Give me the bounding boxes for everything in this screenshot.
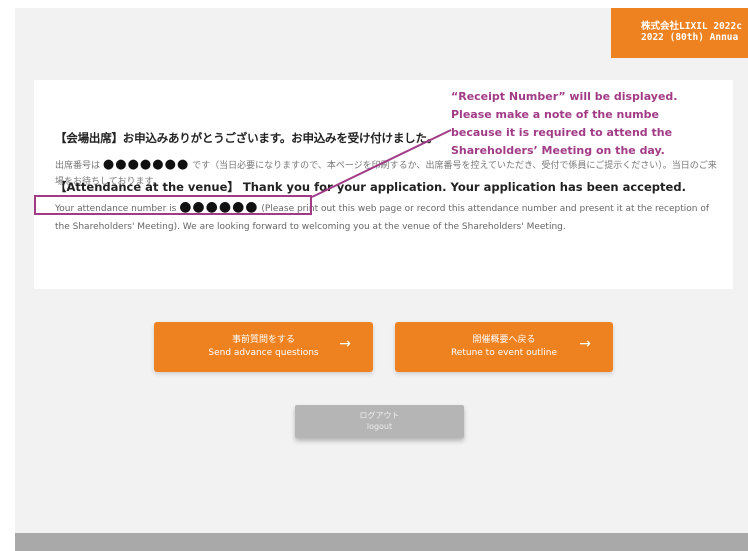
- return-to-event-outline-button[interactable]: 開催概要へ戻る Retune to event outline →: [395, 322, 613, 372]
- logout-button[interactable]: ログアウト logout: [295, 405, 464, 438]
- annotation-line-3: because it is required to attend the: [451, 126, 673, 139]
- annotation-leader-line: [311, 129, 452, 198]
- logout-label-jp: ログアウト: [359, 411, 400, 420]
- annotation-line-1: “Receipt Number” will be displayed.: [451, 90, 678, 103]
- arrow-right-icon: →: [579, 336, 591, 352]
- footer-bar: [15, 533, 748, 551]
- arrow-right-icon: →: [339, 336, 351, 352]
- send-advance-questions-button[interactable]: 事前質問をする Send advance questions →: [154, 322, 373, 372]
- logout-label-en: logout: [366, 422, 393, 431]
- annotation-line-2: Please make a note of the numbe: [451, 108, 659, 121]
- annotation-line-4: Shareholders’ Meeting on the day.: [451, 144, 665, 157]
- receipt-number-annotation: “Receipt Number” will be displayed. Plea…: [451, 88, 748, 160]
